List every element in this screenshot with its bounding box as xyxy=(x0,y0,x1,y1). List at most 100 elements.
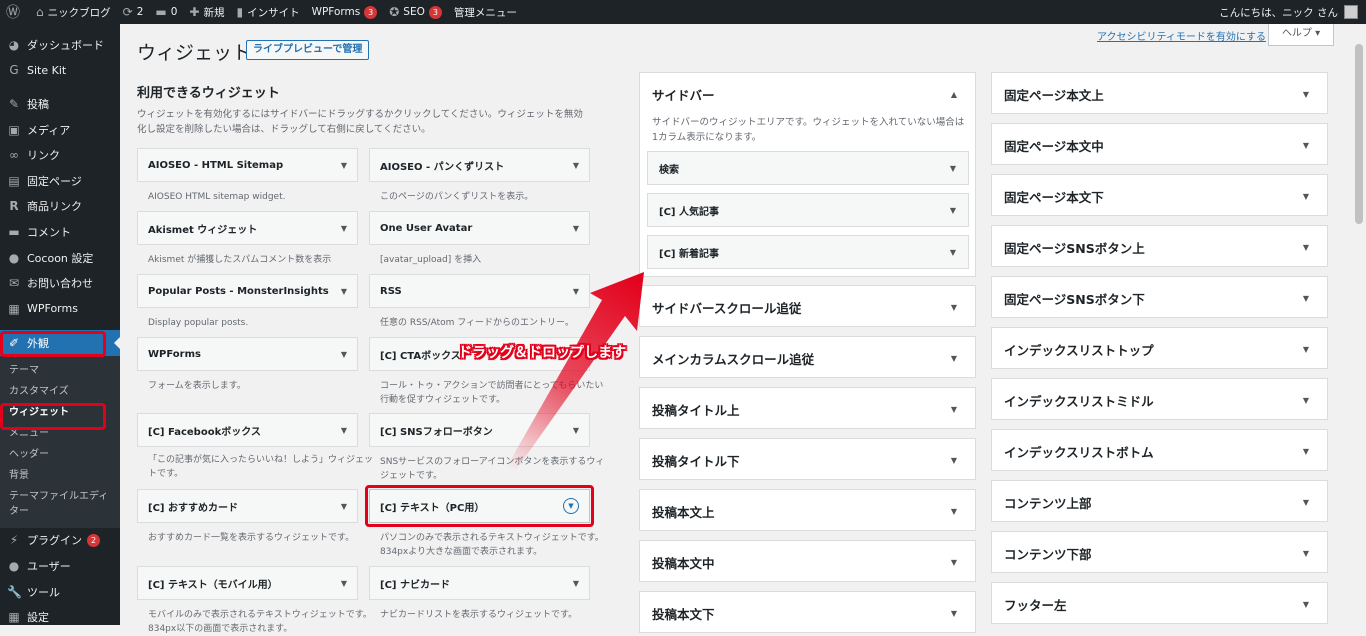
available-widget[interactable]: [C] テキスト（モバイル用） ▼ xyxy=(137,566,358,600)
sidebar-item-tools[interactable]: 🔧 ツール xyxy=(0,579,120,605)
sidebar-item-wpforms[interactable]: ▦ WPForms xyxy=(0,296,120,322)
chevron-down-icon[interactable]: ▼ xyxy=(1303,345,1309,354)
widget-area-header[interactable]: インデックスリストボトム ▼ xyxy=(992,430,1327,472)
sidebar-item-product-links[interactable]: R 商品リンク xyxy=(0,194,120,220)
sidebar-item-sitekit[interactable]: G Site Kit xyxy=(0,58,120,84)
wordpress-logo[interactable]: Ⓦ xyxy=(0,0,30,24)
widget-area[interactable]: インデックスリストトップ ▼ xyxy=(991,327,1328,369)
available-widget[interactable]: One User Avatar ▼ xyxy=(369,211,590,245)
widget-area[interactable]: 投稿タイトル上 ▼ xyxy=(639,387,976,429)
available-widget[interactable]: [C] ナビカード ▼ xyxy=(369,566,590,600)
widget-area[interactable]: コンテンツ上部 ▼ xyxy=(991,480,1328,522)
chevron-down-icon[interactable]: ▼ xyxy=(573,161,579,170)
widget-area-header[interactable]: 固定ページ本文下 ▼ xyxy=(992,175,1327,217)
available-widget[interactable]: Akismet ウィジェット ▼ xyxy=(137,211,358,245)
collapse-arrow-icon[interactable]: ▲ xyxy=(951,90,957,99)
seo-link[interactable]: ✪ SEO 3 xyxy=(383,0,448,24)
submenu-header[interactable]: ヘッダー xyxy=(0,444,120,465)
chevron-down-icon[interactable]: ▼ xyxy=(1303,396,1309,405)
widget-area-header[interactable]: インデックスリストトップ ▼ xyxy=(992,328,1327,370)
wpforms-link[interactable]: WPForms 3 xyxy=(306,0,384,24)
widget-area[interactable]: メインカラムスクロール追従 ▼ xyxy=(639,336,976,378)
widget-area-header[interactable]: 投稿本文下 ▼ xyxy=(640,592,975,634)
updates-link[interactable]: ⟳ 2 xyxy=(117,0,150,24)
widget-area[interactable]: 固定ページSNSボタン上 ▼ xyxy=(991,225,1328,267)
chevron-down-icon[interactable]: ▼ xyxy=(1303,192,1309,201)
chevron-down-icon[interactable]: ▼ xyxy=(951,354,957,363)
sidebar-item-contact[interactable]: ✉ お問い合わせ xyxy=(0,270,120,296)
chevron-down-icon[interactable]: ▼ xyxy=(1303,498,1309,507)
sidebar-item-media[interactable]: ▣ メディア xyxy=(0,117,120,143)
accessibility-mode-link[interactable]: アクセシビリティモードを有効にする xyxy=(1097,28,1266,43)
widget-area[interactable]: インデックスリストミドル ▼ xyxy=(991,378,1328,420)
sidebar-item-dashboard[interactable]: ◕ ダッシュボード xyxy=(0,32,120,58)
chevron-down-icon[interactable]: ▼ xyxy=(1303,549,1309,558)
widget-area[interactable]: 投稿本文上 ▼ xyxy=(639,489,976,531)
widget-area-header[interactable]: コンテンツ上部 ▼ xyxy=(992,481,1327,523)
available-widget[interactable]: AIOSEO - パンくずリスト ▼ xyxy=(369,148,590,182)
available-widget[interactable]: AIOSEO - HTML Sitemap ▼ xyxy=(137,148,358,182)
chevron-down-icon[interactable]: ▼ xyxy=(951,558,957,567)
chevron-down-icon[interactable]: ▼ xyxy=(951,609,957,618)
chevron-down-icon[interactable]: ▼ xyxy=(951,405,957,414)
widget-area-header[interactable]: メインカラムスクロール追従 ▼ xyxy=(640,337,975,379)
help-button[interactable]: ヘルプ ▾ xyxy=(1268,24,1334,46)
chevron-down-icon[interactable]: ▼ xyxy=(341,161,347,170)
widget-area[interactable]: サイドバースクロール追従 ▼ xyxy=(639,285,976,327)
widget-search[interactable]: 検索 ▼ xyxy=(647,151,969,185)
available-widget[interactable]: [C] Facebookボックス ▼ xyxy=(137,413,358,447)
chevron-down-icon[interactable]: ▼ xyxy=(341,224,347,233)
chevron-down-icon[interactable]: ▼ xyxy=(341,426,347,435)
page-scrollbar[interactable] xyxy=(1352,24,1366,625)
available-widget[interactable]: RSS ▼ xyxy=(369,274,590,308)
widget-area-header[interactable]: 投稿本文中 ▼ xyxy=(640,541,975,583)
chevron-down-icon[interactable]: ▼ xyxy=(573,426,579,435)
chevron-down-icon[interactable]: ▼ xyxy=(1303,447,1309,456)
widget-area[interactable]: 投稿タイトル下 ▼ xyxy=(639,438,976,480)
insight-link[interactable]: ▮ インサイト xyxy=(230,0,305,24)
available-widget[interactable]: [C] SNSフォローボタン ▼ xyxy=(369,413,590,447)
widget-popular-posts[interactable]: [C] 人気記事 ▼ xyxy=(647,193,969,227)
available-widget[interactable]: WPForms ▼ xyxy=(137,337,358,371)
chevron-down-icon[interactable]: ▼ xyxy=(573,287,579,296)
chevron-down-icon[interactable]: ▼ xyxy=(341,287,347,296)
widget-area[interactable]: 固定ページ本文上 ▼ xyxy=(991,72,1328,114)
submenu-theme-editor[interactable]: テーマファイルエディター xyxy=(0,486,110,522)
widget-area-header[interactable]: フッター左 ▼ xyxy=(992,583,1327,625)
chevron-down-icon[interactable]: ▼ xyxy=(951,507,957,516)
widget-area-header[interactable]: 固定ページSNSボタン上 ▼ xyxy=(992,226,1327,268)
chevron-down-icon[interactable]: ▼ xyxy=(341,579,347,588)
sidebar-item-users[interactable]: ● ユーザー xyxy=(0,553,120,579)
widget-area[interactable]: コンテンツ下部 ▼ xyxy=(991,531,1328,573)
comments-link[interactable]: ▬ 0 xyxy=(149,0,183,24)
chevron-down-icon[interactable]: ▼ xyxy=(951,303,957,312)
chevron-down-icon[interactable]: ▼ xyxy=(573,224,579,233)
chevron-down-icon[interactable]: ▼ xyxy=(1303,294,1309,303)
chevron-down-icon[interactable]: ▼ xyxy=(1303,141,1309,150)
widget-area[interactable]: 投稿本文中 ▼ xyxy=(639,540,976,582)
sidebar-item-posts[interactable]: ✎ 投稿 xyxy=(0,91,120,117)
chevron-down-icon[interactable]: ▼ xyxy=(951,456,957,465)
sidebar-item-pages[interactable]: ▤ 固定ページ xyxy=(0,168,120,194)
widget-area-header[interactable]: 投稿タイトル下 ▼ xyxy=(640,439,975,481)
sidebar-item-cocoon[interactable]: ● Cocoon 設定 xyxy=(0,245,120,271)
widget-area[interactable]: 固定ページ本文中 ▼ xyxy=(991,123,1328,165)
site-name-link[interactable]: ⌂ ニックブログ xyxy=(30,0,117,24)
chevron-down-icon[interactable]: ▼ xyxy=(573,579,579,588)
scrollbar-thumb[interactable] xyxy=(1355,44,1363,224)
chevron-down-icon[interactable]: ▼ xyxy=(1303,243,1309,252)
sidebar-item-settings[interactable]: ▦ 設定 xyxy=(0,604,120,630)
widget-new-posts[interactable]: [C] 新着記事 ▼ xyxy=(647,235,969,269)
widget-area[interactable]: 固定ページSNSボタン下 ▼ xyxy=(991,276,1328,318)
sidebar-item-comments[interactable]: ▬ コメント xyxy=(0,219,120,245)
widget-area[interactable]: 投稿本文下 ▼ xyxy=(639,591,976,633)
new-content-link[interactable]: ✚ 新規 xyxy=(183,0,230,24)
chevron-down-icon[interactable]: ▼ xyxy=(1303,600,1309,609)
available-widget[interactable]: [C] おすすめカード ▼ xyxy=(137,489,358,523)
live-preview-button[interactable]: ライブプレビューで管理 xyxy=(246,40,370,60)
widget-area-header[interactable]: 固定ページ本文中 ▼ xyxy=(992,124,1327,166)
widget-area[interactable]: 固定ページ本文下 ▼ xyxy=(991,174,1328,216)
sidebar-item-links[interactable]: ∞ リンク xyxy=(0,142,120,168)
widget-area-header[interactable]: サイドバースクロール追従 ▼ xyxy=(640,286,975,328)
widget-area-header[interactable]: サイドバー ▲ xyxy=(640,73,975,115)
